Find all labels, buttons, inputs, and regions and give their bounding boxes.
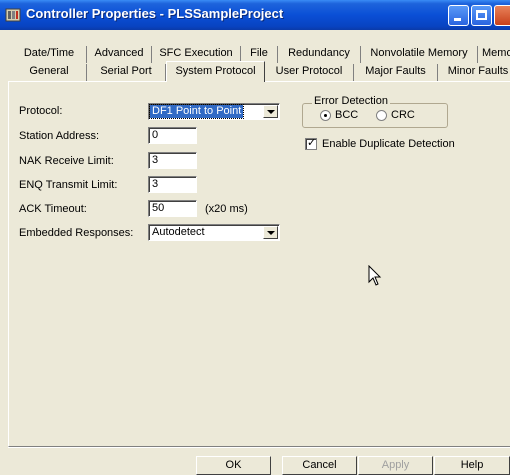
- tab-nonvolatile-memory[interactable]: Nonvolatile Memory: [361, 46, 478, 63]
- help-button[interactable]: Help: [434, 456, 510, 475]
- enq-transmit-limit-input[interactable]: 3: [148, 176, 197, 193]
- ok-button[interactable]: OK: [196, 456, 271, 475]
- embedded-responses-value: Autodetect: [152, 226, 205, 238]
- window-title: Controller Properties - PLSSampleProject: [26, 6, 284, 21]
- ack-timeout-unit: (x20 ms): [205, 203, 248, 215]
- nak-receive-limit-label: NAK Receive Limit:: [19, 155, 114, 167]
- protocol-dropdown-button[interactable]: [263, 105, 278, 118]
- enq-transmit-limit-label: ENQ Transmit Limit:: [19, 179, 118, 191]
- tab-date-time[interactable]: Date/Time: [12, 46, 87, 63]
- tab-redundancy[interactable]: Redundancy: [278, 46, 361, 63]
- embedded-responses-select[interactable]: Autodetect: [148, 224, 280, 241]
- chevron-down-icon: [267, 231, 275, 235]
- minimize-button[interactable]: [448, 5, 469, 26]
- tab-serial-port[interactable]: Serial Port: [87, 64, 166, 81]
- protocol-value: DF1 Point to Point: [149, 104, 245, 119]
- cancel-button[interactable]: Cancel: [282, 456, 357, 475]
- ack-timeout-input[interactable]: 50: [148, 200, 197, 217]
- enable-duplicate-detection-label[interactable]: Enable Duplicate Detection: [322, 138, 455, 150]
- tab-major-faults[interactable]: Major Faults: [354, 64, 438, 81]
- tab-system-protocol[interactable]: System Protocol: [166, 61, 265, 82]
- station-address-label: Station Address:: [19, 130, 100, 142]
- tab-memory[interactable]: Memory: [478, 46, 510, 63]
- minimize-icon: [454, 18, 461, 21]
- nak-receive-limit-input[interactable]: 3: [148, 152, 197, 169]
- close-button[interactable]: [494, 5, 510, 26]
- tab-minor-faults[interactable]: Minor Faults: [438, 64, 510, 81]
- tab-general[interactable]: General: [12, 64, 87, 81]
- ack-timeout-label: ACK Timeout:: [19, 203, 87, 215]
- apply-button[interactable]: Apply: [358, 456, 433, 475]
- protocol-label: Protocol:: [19, 105, 63, 117]
- crc-radio[interactable]: [376, 110, 387, 121]
- station-address-input[interactable]: 0: [148, 127, 197, 144]
- embedded-responses-label: Embedded Responses:: [19, 227, 134, 239]
- error-detection-title: Error Detection: [312, 95, 390, 107]
- crc-radio-label[interactable]: CRC: [391, 109, 415, 121]
- bottom-separator: [8, 447, 510, 448]
- maximize-button[interactable]: [471, 5, 492, 26]
- embedded-responses-dropdown-button[interactable]: [263, 226, 278, 239]
- maximize-icon: [476, 10, 487, 20]
- checkmark-icon: ✓: [307, 137, 317, 149]
- controller-app-icon: [5, 8, 21, 22]
- chevron-down-icon: [267, 110, 275, 114]
- title-bar[interactable]: Controller Properties - PLSSampleProject: [0, 0, 510, 30]
- protocol-select[interactable]: DF1 Point to Point: [148, 103, 280, 120]
- bcc-radio[interactable]: [320, 110, 331, 121]
- mouse-pointer-icon: [368, 265, 382, 286]
- tab-user-protocol[interactable]: User Protocol: [265, 64, 354, 81]
- radio-selected-dot: [324, 114, 327, 117]
- tab-advanced[interactable]: Advanced: [87, 46, 152, 63]
- enable-duplicate-detection-checkbox[interactable]: ✓: [305, 137, 317, 150]
- bcc-radio-label[interactable]: BCC: [335, 109, 358, 121]
